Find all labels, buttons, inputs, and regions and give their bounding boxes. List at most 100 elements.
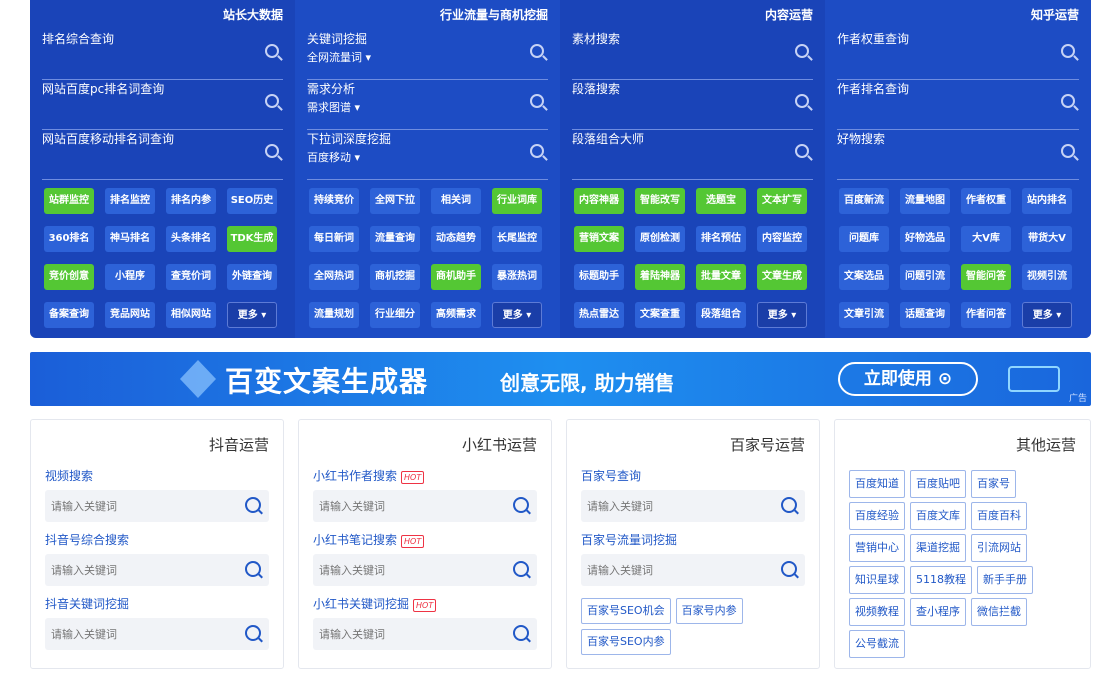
link-chip[interactable]: 公号截流 [849,630,905,658]
tool-button[interactable]: 站群监控 [44,188,94,214]
tool-button[interactable]: 原创检测 [635,226,685,252]
link-chip[interactable]: 渠道挖掘 [910,534,966,562]
query-row[interactable]: 网站百度移动排名词查询 [42,130,283,180]
link-chip[interactable]: 引流网站 [971,534,1027,562]
link-chip[interactable]: 微信拦截 [971,598,1027,626]
scope-dropdown[interactable]: 全网流量词 ▾ [307,49,371,65]
tool-button[interactable]: 商机挖掘 [370,264,420,290]
query-row[interactable]: 段落组合大师 [572,130,813,180]
search-icon[interactable] [513,497,529,513]
tool-button[interactable]: 竞价创意 [44,264,94,290]
scope-dropdown[interactable]: 需求图谱 ▾ [307,99,360,115]
tool-button[interactable]: 文案查重 [635,302,685,328]
link-chip[interactable]: 新手手册 [977,566,1033,594]
tool-button[interactable]: 大V库 [961,226,1011,252]
query-row[interactable]: 关键词挖掘 全网流量词 ▾ [307,30,548,80]
search-icon[interactable] [1061,144,1075,158]
tool-button[interactable]: 360排名 [44,226,94,252]
tool-button[interactable]: 内容神器 [574,188,624,214]
query-row[interactable]: 作者权重查询 [837,30,1079,80]
tool-button[interactable]: 营销文案 [574,226,624,252]
tool-button[interactable]: 智能改写 [635,188,685,214]
tool-button[interactable]: 标题助手 [574,264,624,290]
search-icon[interactable] [530,44,544,58]
search-icon[interactable] [530,94,544,108]
search-icon[interactable] [781,561,797,577]
tool-button[interactable]: 头条排名 [166,226,216,252]
tool-button[interactable]: 备案查询 [44,302,94,328]
tool-button[interactable]: 问题引流 [900,264,950,290]
link-chip[interactable]: 知识星球 [849,566,905,594]
search-icon[interactable] [265,144,279,158]
tool-button[interactable]: SEO历史 [227,188,277,214]
tool-button[interactable]: 竞品网站 [105,302,155,328]
more-dropdown-button[interactable]: 更多 ▾ [492,302,542,328]
search-input[interactable] [313,554,493,586]
tool-button[interactable]: 排名预估 [696,226,746,252]
search-input[interactable] [313,618,493,650]
tool-button[interactable]: 每日新词 [309,226,359,252]
tool-button[interactable]: 全网热词 [309,264,359,290]
more-dropdown-button[interactable]: 更多 ▾ [227,302,277,328]
search-icon[interactable] [781,497,797,513]
query-row[interactable]: 排名综合查询 [42,30,283,80]
tool-button[interactable]: 段落组合 [696,302,746,328]
search-icon[interactable] [513,625,529,641]
link-chip[interactable]: 百度贴吧 [910,470,966,498]
search-input[interactable] [313,490,493,522]
tool-button[interactable]: 着陆神器 [635,264,685,290]
search-icon[interactable] [245,497,261,513]
tool-button[interactable]: 排名内参 [166,188,216,214]
link-chip[interactable]: 百度文库 [910,502,966,530]
search-input[interactable] [45,554,225,586]
search-input[interactable] [45,618,225,650]
field-label[interactable]: 抖音关键词挖掘 [45,594,269,614]
tool-button[interactable]: 选题宝 [696,188,746,214]
tool-button[interactable]: 带货大V [1022,226,1072,252]
tool-button[interactable]: 百度新流 [839,188,889,214]
link-chip[interactable]: 5118教程 [910,566,972,594]
tool-button[interactable]: TDK生成 [227,226,277,252]
tool-button[interactable]: 神马排名 [105,226,155,252]
tool-button[interactable]: 好物选品 [900,226,950,252]
tool-button[interactable]: 排名监控 [105,188,155,214]
tool-button[interactable]: 动态趋势 [431,226,481,252]
tool-button[interactable]: 文章引流 [839,302,889,328]
tool-button[interactable]: 内容监控 [757,226,807,252]
query-row[interactable]: 下拉词深度挖掘 百度移动 ▾ [307,130,548,180]
tool-button[interactable]: 文本扩写 [757,188,807,214]
search-input[interactable] [581,554,761,586]
link-chip[interactable]: 百家号SEO机会 [581,598,671,624]
tool-button[interactable]: 高频需求 [431,302,481,328]
search-icon[interactable] [1061,94,1075,108]
tool-button[interactable]: 相关词 [431,188,481,214]
more-dropdown-button[interactable]: 更多 ▾ [1022,302,1072,328]
link-chip[interactable]: 百家号 [971,470,1016,498]
search-icon[interactable] [795,144,809,158]
tool-button[interactable]: 行业细分 [370,302,420,328]
ad-banner[interactable]: 百变文案生成器 创意无限, 助力销售 立即使用 ⊙ 广告 [30,352,1091,406]
link-chip[interactable]: 营销中心 [849,534,905,562]
search-icon[interactable] [530,144,544,158]
more-dropdown-button[interactable]: 更多 ▾ [757,302,807,328]
search-icon[interactable] [245,561,261,577]
search-icon[interactable] [245,625,261,641]
field-label[interactable]: 抖音号综合搜索 [45,530,269,550]
link-chip[interactable]: 百度经验 [849,502,905,530]
link-chip[interactable]: 视频教程 [849,598,905,626]
tool-button[interactable]: 小程序 [105,264,155,290]
tool-button[interactable]: 文案选品 [839,264,889,290]
use-now-button[interactable]: 立即使用 ⊙ [838,362,978,396]
tool-button[interactable]: 查竞价词 [166,264,216,290]
tool-button[interactable]: 文章生成 [757,264,807,290]
tool-button[interactable]: 长尾监控 [492,226,542,252]
tool-button[interactable]: 流量查询 [370,226,420,252]
field-label[interactable]: 小红书关键词挖掘 HOT [313,594,537,614]
search-icon[interactable] [795,94,809,108]
search-icon[interactable] [265,94,279,108]
field-label[interactable]: 小红书笔记搜索 HOT [313,530,537,550]
tool-button[interactable]: 批量文章 [696,264,746,290]
search-input[interactable] [581,490,761,522]
search-icon[interactable] [795,44,809,58]
tool-button[interactable]: 外链查询 [227,264,277,290]
